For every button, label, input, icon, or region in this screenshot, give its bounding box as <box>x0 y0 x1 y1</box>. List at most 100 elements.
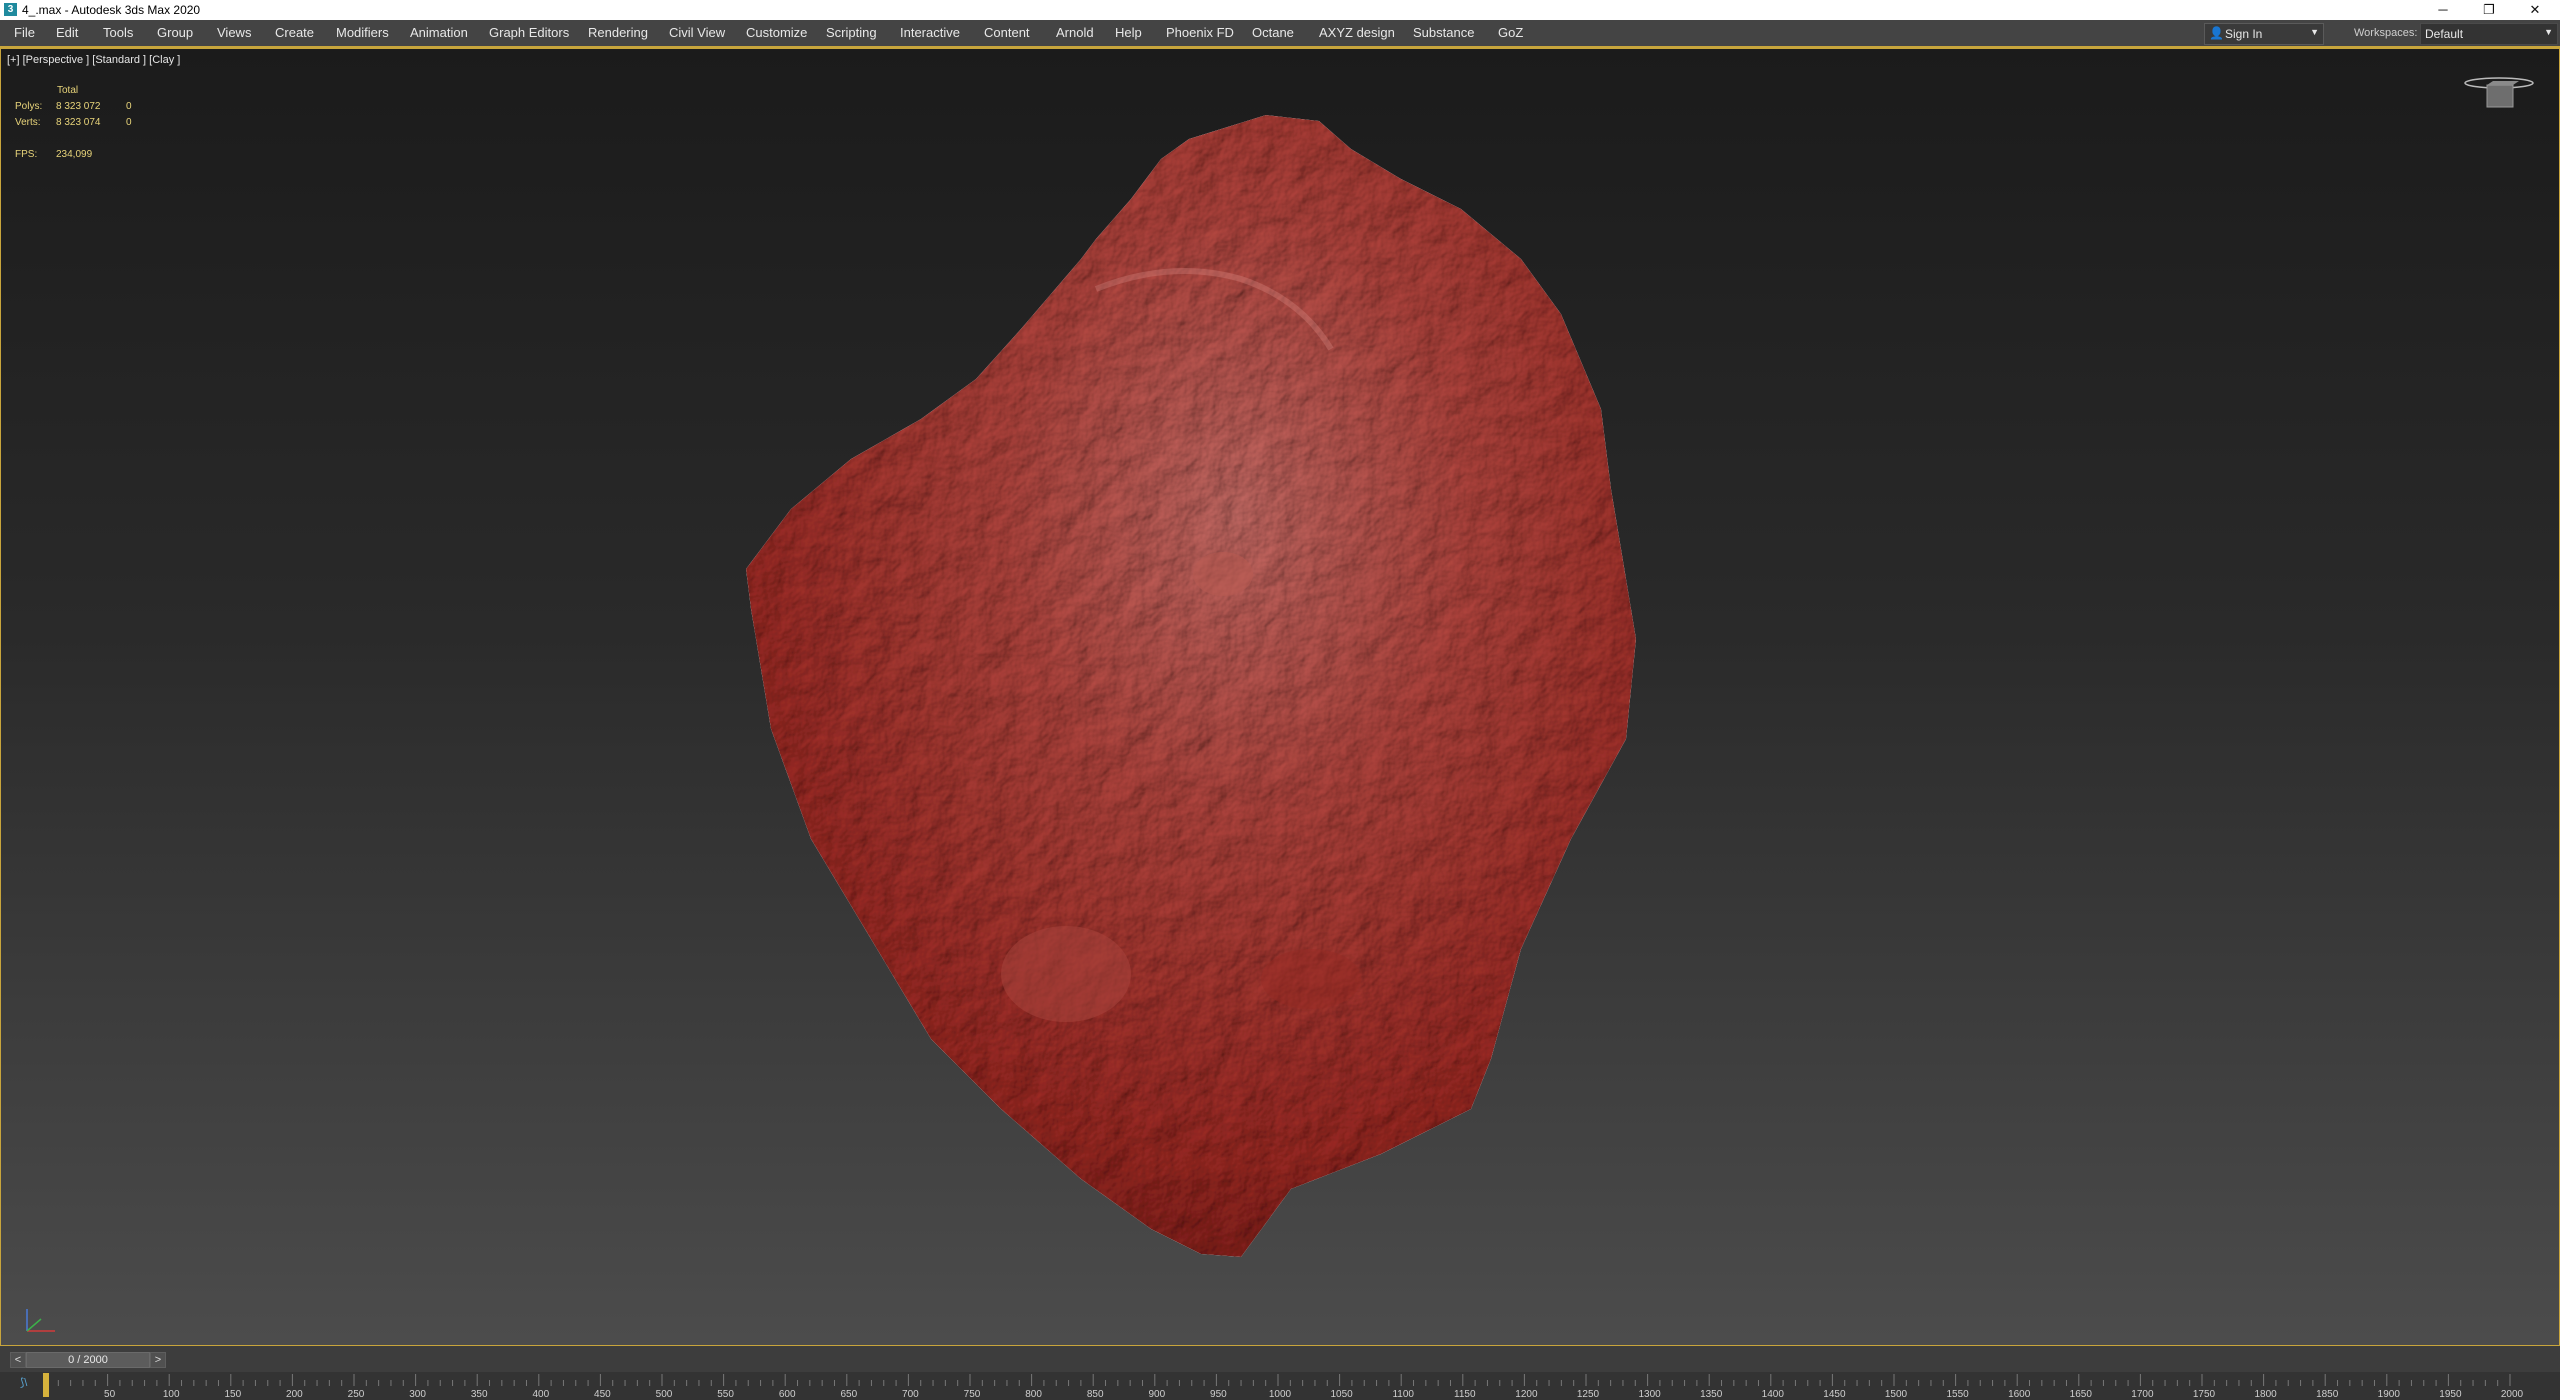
ruler-label: 450 <box>594 1389 611 1400</box>
menu-scripting[interactable]: Scripting <box>826 25 877 40</box>
ruler-label: 950 <box>1210 1389 1227 1400</box>
ruler-label: 1600 <box>2008 1389 2031 1400</box>
polys-value: 8 323 072 <box>56 101 101 112</box>
ruler-label: 700 <box>902 1389 919 1400</box>
chevron-down-icon: ▼ <box>2544 27 2553 37</box>
perspective-viewport[interactable]: [+] [Perspective ] [Standard ] [Clay ] T… <box>0 48 2560 1346</box>
ruler-label: 1400 <box>1762 1389 1785 1400</box>
menu-arnold[interactable]: Arnold <box>1056 25 1094 40</box>
ruler-label: 200 <box>286 1389 303 1400</box>
ruler-label: 150 <box>224 1389 241 1400</box>
ruler-label: 1200 <box>1515 1389 1538 1400</box>
menu-group[interactable]: Group <box>157 25 193 40</box>
viewcube-top[interactable] <box>2487 81 2519 85</box>
fps-value: 234,099 <box>56 149 93 160</box>
ruler-label: 1350 <box>1700 1389 1723 1400</box>
sign-in-label: Sign In <box>2225 27 2263 41</box>
ruler-label: 2000 <box>2501 1389 2524 1400</box>
menu-phoenix-fd[interactable]: Phoenix FD <box>1166 25 1234 40</box>
ruler-label: 1300 <box>1638 1389 1661 1400</box>
menu-civil-view[interactable]: Civil View <box>669 25 725 40</box>
workspace-select[interactable]: Default ▼ <box>2420 23 2558 45</box>
menu-views[interactable]: Views <box>217 25 251 40</box>
ruler-label: 650 <box>840 1389 857 1400</box>
timeline-panel: < 0 / 2000 > 50 100 150 200 250 300 350 400 450 5… <box>0 1346 2560 1400</box>
polys-label: Polys: <box>15 101 43 112</box>
rock-silhouette[interactable] <box>746 115 1636 1257</box>
menu-axyz-design[interactable]: AXYZ design <box>1319 25 1395 40</box>
ruler-label: 550 <box>717 1389 734 1400</box>
verts-value: 8 323 074 <box>56 117 101 128</box>
close-button[interactable]: ✕ <box>2512 0 2558 20</box>
previous-frame-button[interactable]: < <box>10 1352 26 1368</box>
user-icon: 👤 <box>2209 26 2224 40</box>
ruler-label: 500 <box>656 1389 673 1400</box>
menu-rendering[interactable]: Rendering <box>588 25 648 40</box>
polys-selected: 0 <box>126 101 132 112</box>
time-slider[interactable]: 0 / 2000 <box>26 1352 150 1368</box>
fps-label: FPS: <box>15 149 38 160</box>
menu-file[interactable]: File <box>14 25 35 40</box>
ruler-label: 1800 <box>2254 1389 2277 1400</box>
menu-substance[interactable]: Substance <box>1413 25 1474 40</box>
ruler-label: 350 <box>471 1389 488 1400</box>
ruler-label: 1750 <box>2193 1389 2216 1400</box>
ruler-label: 850 <box>1087 1389 1104 1400</box>
ruler-label: 900 <box>1148 1389 1165 1400</box>
ruler-label: 1100 <box>1392 1389 1414 1400</box>
menu-interactive[interactable]: Interactive <box>900 25 960 40</box>
ruler-label: 250 <box>348 1389 365 1400</box>
window-title: 4_.max - Autodesk 3ds Max 2020 <box>22 3 201 17</box>
ruler-label: 50 <box>104 1389 116 1400</box>
ruler-label: 750 <box>964 1389 981 1400</box>
ruler-label: 100 <box>163 1389 180 1400</box>
ruler-label: 1150 <box>1454 1389 1476 1400</box>
menu-content[interactable]: Content <box>984 25 1030 40</box>
ruler-label: 800 <box>1025 1389 1042 1400</box>
ruler-label: 1900 <box>2378 1389 2401 1400</box>
viewcube-face[interactable] <box>2486 84 2514 108</box>
menu-create[interactable]: Create <box>275 25 314 40</box>
sign-in-dropdown[interactable]: 👤 Sign In ▼ <box>2204 23 2324 45</box>
track-ruler[interactable]: 50 100 150 200 250 300 350 400 450 500 550 600 650 70… <box>0 1372 2560 1400</box>
ruler-label: 600 <box>779 1389 796 1400</box>
restore-button[interactable]: ❐ <box>2466 0 2512 20</box>
menu-customize[interactable]: Customize <box>746 25 807 40</box>
workspaces-label: Workspaces: <box>2354 27 2418 39</box>
menu-graph-editors[interactable]: Graph Editors <box>489 25 569 40</box>
minimize-button[interactable]: ─ <box>2420 0 2466 20</box>
ruler-label: 1700 <box>2131 1389 2154 1400</box>
menu-modifiers[interactable]: Modifiers <box>336 25 389 40</box>
key-filter-icon[interactable]: ⟆\ <box>20 1376 27 1389</box>
menu-octane[interactable]: Octane <box>1252 25 1294 40</box>
ruler-label: 1950 <box>2439 1389 2462 1400</box>
menu-animation[interactable]: Animation <box>410 25 468 40</box>
ruler-label: 1250 <box>1577 1389 1600 1400</box>
rock-model[interactable] <box>1 49 2559 1345</box>
menu-edit[interactable]: Edit <box>56 25 78 40</box>
verts-selected: 0 <box>126 117 132 128</box>
crater <box>1261 949 1361 1009</box>
menu-bar: File Edit Tools Group Views Create Modif… <box>0 20 2560 48</box>
workspace-value: Default <box>2425 27 2464 41</box>
current-frame-marker[interactable] <box>43 1373 49 1397</box>
ruler-label: 1500 <box>1885 1389 1908 1400</box>
ruler-label: 1050 <box>1330 1389 1353 1400</box>
app-icon: 3 <box>4 3 17 16</box>
ruler-label: 1450 <box>1823 1389 1846 1400</box>
menu-tools[interactable]: Tools <box>103 25 133 40</box>
menu-goz[interactable]: GoZ <box>1498 25 1523 40</box>
ruler-label: 1000 <box>1269 1389 1292 1400</box>
verts-label: Verts: <box>15 117 41 128</box>
title-bar: 3 4_.max - Autodesk 3ds Max 2020 ─ ❐ ✕ <box>0 0 2560 20</box>
axis-gizmo <box>26 1309 55 1332</box>
next-frame-button[interactable]: > <box>150 1352 166 1368</box>
viewport-label[interactable]: [+] [Perspective ] [Standard ] [Clay ] <box>7 54 180 66</box>
menu-help[interactable]: Help <box>1115 25 1142 40</box>
ruler-label: 300 <box>409 1389 426 1400</box>
track-bar[interactable]: 50 100 150 200 250 300 350 400 450 500 550 600 650 70… <box>0 1372 2560 1400</box>
y-axis <box>26 1318 42 1332</box>
stats-header: Total <box>57 85 79 96</box>
ruler-label: 1550 <box>1946 1389 1969 1400</box>
viewcube[interactable] <box>2463 75 2535 125</box>
